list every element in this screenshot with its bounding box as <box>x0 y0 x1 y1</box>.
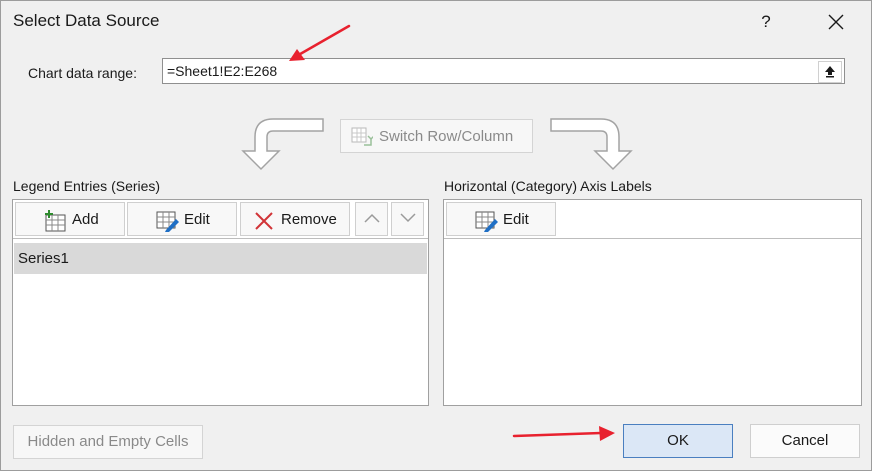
edit-axis-labels-button[interactable]: Edit <box>446 202 556 236</box>
chevron-down-icon <box>400 213 416 223</box>
axis-labels-panel: Edit <box>443 199 862 406</box>
switch-row-column-button[interactable]: Switch Row/Column <box>340 119 533 153</box>
annotation-arrow-range <box>289 24 351 61</box>
ok-button[interactable]: OK <box>623 424 733 458</box>
chart-data-range-field[interactable] <box>162 58 845 84</box>
remove-series-button[interactable]: Remove <box>240 202 350 236</box>
add-series-icon <box>45 210 66 232</box>
edit-series-icon <box>156 211 179 232</box>
edit-axis-labels-label: Edit <box>503 211 529 228</box>
chevron-up-icon <box>364 213 380 223</box>
add-series-button[interactable]: Add <box>15 202 125 236</box>
curved-arrow-left-icon <box>241 118 324 171</box>
chart-data-range-label: Chart data range: <box>28 65 137 81</box>
cancel-button[interactable]: Cancel <box>750 424 860 458</box>
collapse-dialog-button[interactable] <box>818 61 842 83</box>
edit-series-label: Edit <box>184 211 210 228</box>
remove-series-icon <box>255 212 273 230</box>
switch-row-column-icon <box>351 127 373 146</box>
edit-series-button[interactable]: Edit <box>127 202 237 236</box>
help-button[interactable]: ? <box>749 7 783 37</box>
select-data-source-dialog: Select Data Source ? Chart data range: =… <box>0 0 872 471</box>
close-button[interactable] <box>819 7 853 37</box>
legend-entries-toolbar: Add Edit Remove <box>13 200 428 239</box>
legend-entries-panel: Add Edit Remove Series1 <box>12 199 429 406</box>
legend-entries-label: Legend Entries (Series) <box>13 178 161 194</box>
remove-series-label: Remove <box>281 211 337 228</box>
add-series-label: Add <box>72 211 99 228</box>
edit-axis-labels-icon <box>475 211 498 232</box>
hidden-and-empty-cells-button[interactable]: Hidden and Empty Cells <box>13 425 203 459</box>
close-icon <box>828 14 844 30</box>
move-down-button[interactable] <box>391 202 424 236</box>
list-item-series[interactable]: Series1 <box>14 243 427 274</box>
chart-data-range-label-text: Chart data range: <box>28 65 137 81</box>
switch-row-column-label: Switch Row/Column <box>379 128 514 145</box>
series-name: Series1 <box>18 250 69 267</box>
axis-labels-label: Horizontal (Category) Axis Labels <box>444 178 652 194</box>
move-up-button[interactable] <box>355 202 388 236</box>
annotation-arrow-ok <box>512 426 615 441</box>
curved-arrow-right-icon <box>550 118 633 171</box>
collapse-dialog-icon <box>825 66 835 78</box>
dialog-title: Select Data Source <box>13 11 160 30</box>
chart-data-range-input[interactable] <box>167 62 807 80</box>
axis-labels-toolbar: Edit <box>444 200 861 239</box>
